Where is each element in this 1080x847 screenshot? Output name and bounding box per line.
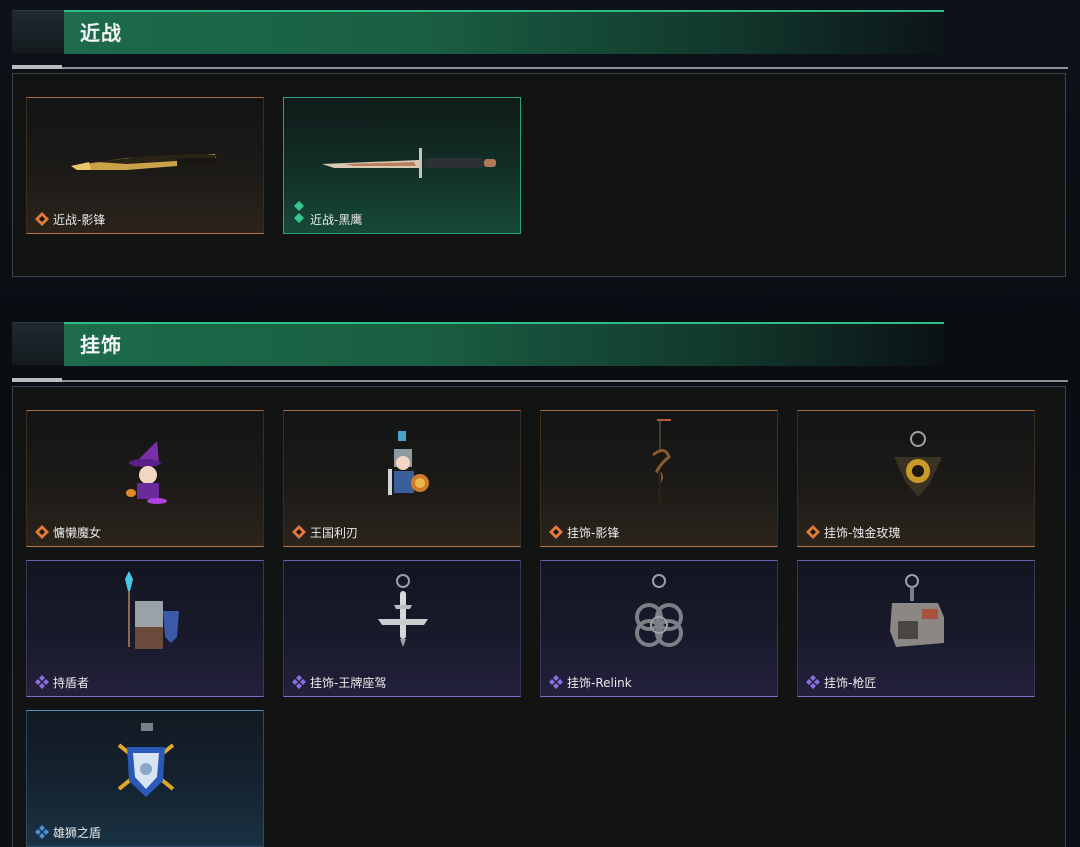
item-card-kingdom-blade[interactable]: 王国利刃: [283, 410, 521, 547]
four-diamond-rarity-icon: [292, 675, 306, 689]
diamond-rarity-icon: [806, 525, 820, 539]
charms-panel: 慵懒魔女 王国利刃 挂饰-影锋 挂饰-蚀金玫瑰 持盾者 挂饰-王牌座驾 挂饰-R…: [12, 386, 1066, 847]
section-divider: [12, 65, 1068, 69]
item-label: 近战-影锋: [53, 213, 106, 227]
four-diamond-rarity-icon: [806, 675, 820, 689]
diamond-rarity-icon: [549, 525, 563, 539]
item-card-relink[interactable]: 挂饰-Relink: [540, 560, 778, 697]
section-divider: [12, 378, 1068, 382]
diamond-rarity-icon: [35, 212, 49, 226]
inventory-page: 近战 近战-影锋 近战-黑鹰 挂饰 慵懒魔女 王国利刃 挂饰-影锋 挂饰-蚀金玫…: [0, 0, 1080, 847]
item-label: 慵懒魔女: [53, 526, 102, 540]
item-label: 雄狮之盾: [53, 826, 102, 840]
item-label: 挂饰-蚀金玫瑰: [824, 526, 901, 540]
item-label: 挂饰-王牌座驾: [310, 676, 387, 690]
item-label: 挂饰-枪匠: [824, 676, 877, 690]
item-label: 王国利刃: [310, 526, 359, 540]
item-card-lion-shield[interactable]: 雄狮之盾: [26, 710, 264, 847]
item-label: 近战-黑鹰: [310, 213, 363, 227]
item-card-shield-bearer[interactable]: 持盾者: [26, 560, 264, 697]
four-diamond-rarity-icon: [549, 675, 563, 689]
charms-section-title: 挂饰: [80, 333, 122, 357]
item-card-charm-shadowblade[interactable]: 挂饰-影锋: [540, 410, 778, 547]
item-card-gunsmith[interactable]: 挂饰-枪匠: [797, 560, 1035, 697]
charms-section-header: 挂饰: [12, 322, 1068, 366]
item-card-lazy-witch[interactable]: 慵懒魔女: [26, 410, 264, 547]
melee-section-title: 近战: [80, 21, 122, 45]
four-diamond-rarity-icon: [35, 675, 49, 689]
diamond-rarity-icon: [292, 525, 306, 539]
item-card-melee-blackhawk[interactable]: 近战-黑鹰: [283, 97, 521, 234]
item-card-gilded-rose[interactable]: 挂饰-蚀金玫瑰: [797, 410, 1035, 547]
item-label: 持盾者: [53, 676, 90, 690]
item-label: 挂饰-影锋: [567, 526, 620, 540]
diamond-rarity-icon: [35, 525, 49, 539]
item-card-ace-plane[interactable]: 挂饰-王牌座驾: [283, 560, 521, 697]
item-card-melee-shadowblade[interactable]: 近战-影锋: [26, 97, 264, 234]
melee-panel: 近战-影锋 近战-黑鹰: [12, 73, 1066, 277]
item-label: 挂饰-Relink: [567, 676, 632, 690]
melee-section-header: 近战: [12, 10, 1068, 54]
four-diamond-rarity-icon: [35, 825, 49, 839]
double-diamond-rarity-icon: [294, 201, 304, 223]
